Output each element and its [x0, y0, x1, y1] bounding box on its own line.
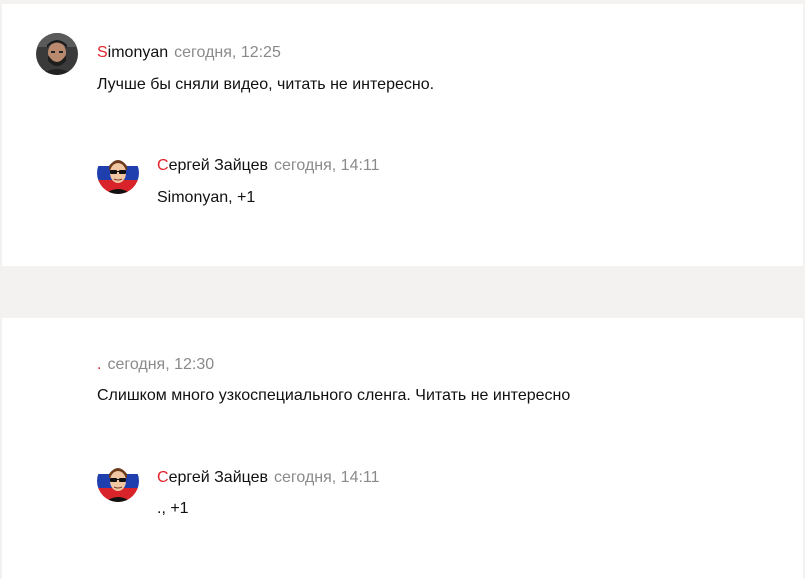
author-name[interactable]: Simonyan	[97, 44, 168, 61]
reply-time[interactable]: сегодня, 14:11	[274, 157, 380, 174]
comments-page: Simonyan сегодня, 12:25 Лучше бы сняли ви…	[0, 0, 805, 579]
author-name[interactable]: .	[97, 356, 101, 373]
reply-text: ., +1	[157, 500, 189, 517]
comment-thread-1: Simonyan сегодня, 12:25 Лучше бы сняли ви…	[2, 4, 803, 266]
reply-meta: Сергей Зайцев сегодня, 14:11	[157, 468, 380, 488]
sunglasses-man-russian-flag-avatar-icon[interactable]	[97, 460, 139, 502]
author-name[interactable]: Сергей Зайцев	[157, 157, 268, 174]
comment-text: Лучше бы сняли видео, читать не интересн…	[97, 76, 435, 93]
comment-time[interactable]: сегодня, 12:25	[174, 44, 281, 61]
sunglasses-man-russian-flag-avatar-icon[interactable]	[97, 152, 139, 194]
comment-meta: . сегодня, 12:30	[97, 355, 214, 375]
comment-meta: Simonyan сегодня, 12:25	[97, 43, 281, 63]
comment-thread-2: . сегодня, 12:30 Слишком много узкоспециа…	[2, 318, 803, 579]
comment-text: Слишком много узкоспециального сленга. Ч…	[97, 387, 571, 404]
reply-text: Simonyan, +1	[157, 189, 256, 206]
reply-time[interactable]: сегодня, 14:11	[274, 469, 380, 486]
author-name[interactable]: Сергей Зайцев	[157, 469, 268, 486]
reply-meta: Сергей Зайцев сегодня, 14:11	[157, 156, 380, 176]
comment-time[interactable]: сегодня, 12:30	[107, 356, 214, 373]
bearded-man-avatar-icon[interactable]	[36, 33, 78, 75]
